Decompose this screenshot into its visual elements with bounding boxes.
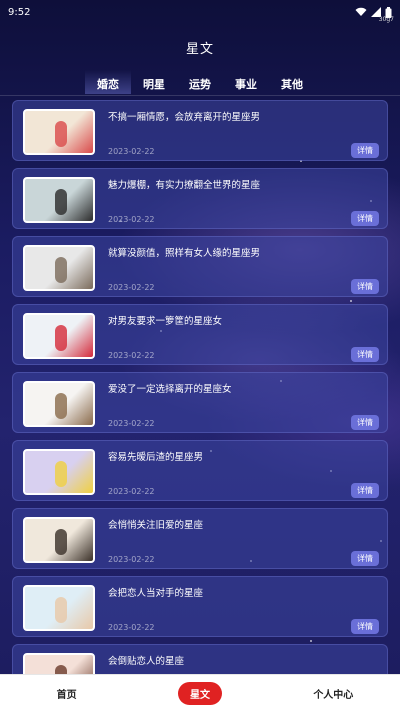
thumbnail-figure [55,597,67,623]
article-date: 2023-02-22 [108,215,155,224]
detail-button[interactable]: 详情 [351,483,379,498]
bottom-nav: 首页 星文 个人中心 [0,674,400,711]
article-date: 2023-02-22 [108,419,155,428]
nav-profile[interactable]: 个人中心 [278,686,388,701]
status-bar: 9:52 [0,0,400,24]
detail-button[interactable]: 详情 [351,279,379,294]
page-title: 星文 [185,42,214,57]
tab-marriage[interactable]: 婚恋 [85,70,131,96]
article-title: 会悄悄关注旧爱的星座 [108,520,204,531]
tab-celebrity[interactable]: 明星 [131,70,177,96]
article-date: 2023-02-22 [108,147,155,156]
thumbnail-figure [55,189,67,215]
thumbnail-figure [55,529,67,555]
tab-other[interactable]: 其他 [269,70,315,96]
detail-button[interactable]: 详情 [351,551,379,566]
article-date: 2023-02-22 [108,487,155,496]
detail-button[interactable]: 详情 [351,143,379,158]
article-title: 爱没了一定选择离开的星座女 [108,384,232,395]
article-card[interactable]: 不搞一厢情愿，会放弃离开的星座男 2023-02-22 详情 [12,100,388,161]
wifi-icon [355,7,367,16]
article-date: 2023-02-22 [108,623,155,632]
article-title: 就算没颜值，照样有女人缘的星座男 [108,248,261,259]
article-title: 魅力爆棚，有实力撩翻全世界的星座 [108,180,261,191]
thumbnail-figure [55,325,67,351]
network-speed: 30g7 [378,16,394,23]
article-thumbnail [23,177,95,223]
article-thumbnail [23,109,95,155]
thumbnail-figure [55,665,67,674]
article-thumbnail [23,517,95,563]
detail-button[interactable]: 详情 [351,347,379,362]
status-time: 9:52 [8,6,31,18]
article-thumbnail [23,313,95,359]
article-date: 2023-02-22 [108,351,155,360]
article-title: 会把恋人当对手的星座 [108,588,204,599]
category-tabs: 婚恋 明星 运势 事业 其他 [0,70,400,96]
article-card[interactable]: 爱没了一定选择离开的星座女 2023-02-22 详情 [12,372,388,433]
thumbnail-figure [55,461,67,487]
article-card[interactable]: 容易先暧后渣的星座男 2023-02-22 详情 [12,440,388,501]
tab-fortune[interactable]: 运势 [177,70,223,96]
article-thumbnail [23,653,95,674]
article-card[interactable]: 魅力爆棚，有实力撩翻全世界的星座 2023-02-22 详情 [12,168,388,229]
detail-button[interactable]: 详情 [351,619,379,634]
detail-button[interactable]: 详情 [351,415,379,430]
article-thumbnail [23,585,95,631]
article-title: 对男友要求一箩筐的星座女 [108,316,223,327]
article-title: 会倒贴恋人的星座 [108,656,185,667]
article-date: 2023-02-22 [108,555,155,564]
article-thumbnail [23,245,95,291]
article-thumbnail [23,381,95,427]
detail-button[interactable]: 详情 [351,211,379,226]
article-list: 不搞一厢情愿，会放弃离开的星座男 2023-02-22 详情 魅力爆棚，有实力撩翻全世… [12,100,388,674]
article-card[interactable]: 就算没颜值，照样有女人缘的星座男 2023-02-22 详情 [12,236,388,297]
article-card[interactable]: 对男友要求一箩筐的星座女 2023-02-22 详情 [12,304,388,365]
article-title: 容易先暧后渣的星座男 [108,452,204,463]
thumbnail-figure [55,257,67,283]
article-thumbnail [23,449,95,495]
thumbnail-figure [55,393,67,419]
nav-articles[interactable]: 星文 [145,681,255,705]
article-card[interactable]: 会倒贴恋人的星座 [12,644,388,674]
tab-career[interactable]: 事业 [223,70,269,96]
thumbnail-figure [55,121,67,147]
article-card[interactable]: 会悄悄关注旧爱的星座 2023-02-22 详情 [12,508,388,569]
nav-home[interactable]: 首页 [12,686,122,701]
article-title: 不搞一厢情愿，会放弃离开的星座男 [108,112,261,123]
article-card[interactable]: 会把恋人当对手的星座 2023-02-22 详情 [12,576,388,637]
article-date: 2023-02-22 [108,283,155,292]
